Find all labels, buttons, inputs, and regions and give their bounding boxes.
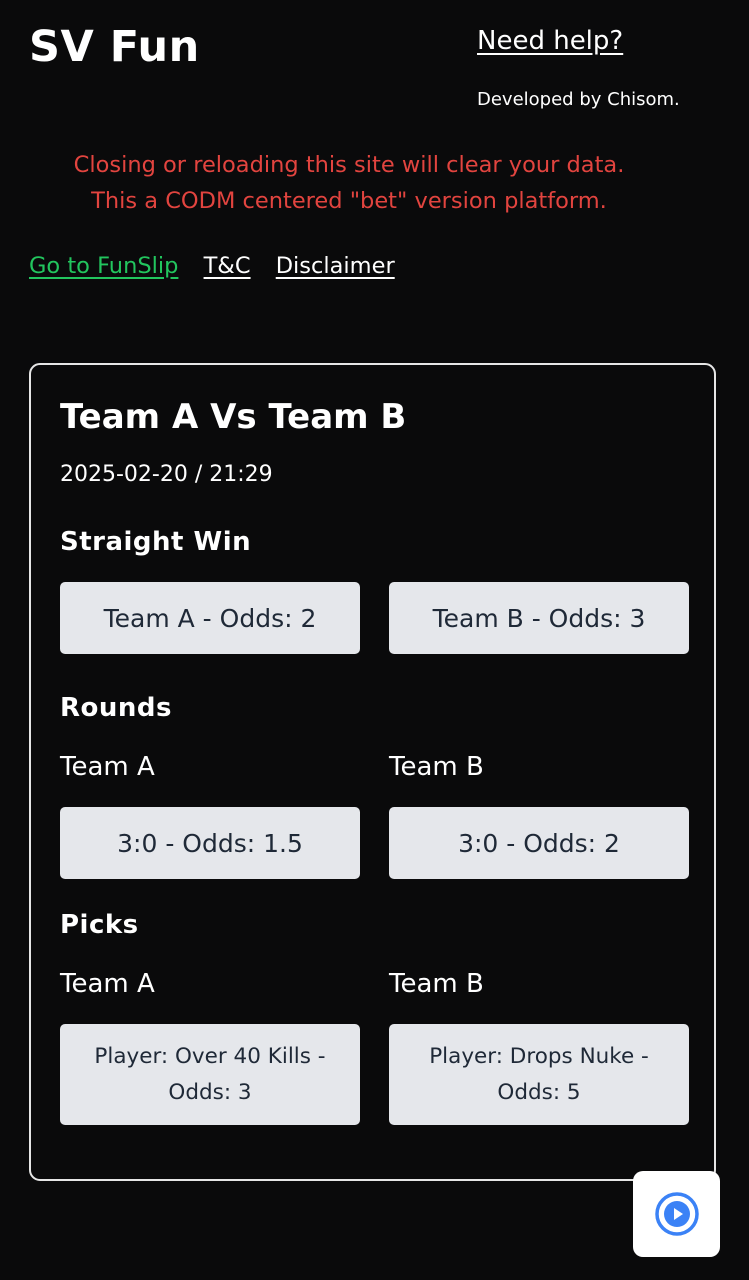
rounds-team-a-button[interactable]: 3:0 - Odds: 1.5 [60, 807, 360, 879]
play-circle-icon [654, 1192, 699, 1236]
rounds-team-b-button[interactable]: 3:0 - Odds: 2 [389, 807, 689, 879]
developer-credit: Developed by Chisom. [477, 89, 680, 110]
match-title: Team A Vs Team B [60, 397, 407, 437]
straight-win-team-a-button[interactable]: Team A - Odds: 2 [60, 582, 360, 654]
need-help-link[interactable]: Need help? [477, 26, 623, 56]
data-warning-notice: Closing or reloading this site will clea… [29, 147, 669, 219]
disclaimer-link[interactable]: Disclaimer [276, 253, 395, 279]
brand-title: SV Fun [29, 22, 200, 72]
rounds-team-b-label: Team B [389, 752, 484, 782]
nav-links: Go to FunSlip T&C Disclaimer [29, 253, 413, 279]
funslip-link[interactable]: Go to FunSlip [29, 253, 178, 279]
picks-team-a-label: Team A [60, 969, 155, 999]
floating-play-button[interactable] [633, 1171, 720, 1257]
straight-win-team-b-button[interactable]: Team B - Odds: 3 [389, 582, 689, 654]
warning-line-2: This a CODM centered "bet" version platf… [91, 188, 607, 214]
rounds-heading: Rounds [60, 693, 172, 723]
picks-team-a-button[interactable]: Player: Over 40 Kills - Odds: 3 [60, 1024, 360, 1125]
straight-win-heading: Straight Win [60, 527, 252, 557]
picks-team-b-button[interactable]: Player: Drops Nuke - Odds: 5 [389, 1024, 689, 1125]
picks-team-b-label: Team B [389, 969, 484, 999]
rounds-team-a-label: Team A [60, 752, 155, 782]
terms-link[interactable]: T&C [204, 253, 251, 279]
picks-heading: Picks [60, 910, 139, 940]
match-datetime: 2025-02-20 / 21:29 [60, 462, 273, 487]
warning-line-1: Closing or reloading this site will clea… [73, 152, 625, 178]
